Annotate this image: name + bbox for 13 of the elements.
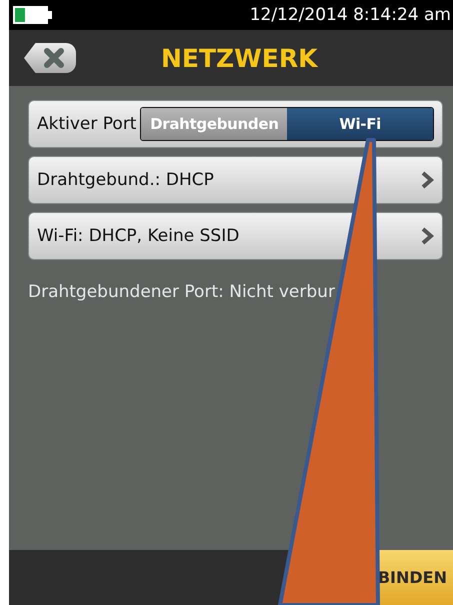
- chevron-icon: [420, 171, 434, 189]
- datetime: 12/12/2014 8:14:24 am: [250, 5, 451, 25]
- status-text: Drahtgebundener Port: Nicht verbur: [28, 282, 336, 302]
- screen-title: NETZWERK: [161, 44, 318, 72]
- chevron-icon: [420, 227, 434, 245]
- connect-button[interactable]: BINDEN: [377, 550, 453, 605]
- row-label: Aktiver Port: [37, 114, 136, 134]
- segment-option[interactable]: Wi-Fi: [287, 108, 433, 140]
- settings-row[interactable]: Drahtgebund.: DHCP: [28, 156, 443, 204]
- close-button[interactable]: [24, 43, 76, 73]
- battery-icon: [13, 5, 53, 25]
- settings-row[interactable]: Wi-Fi: DHCP, Keine SSID: [28, 212, 443, 260]
- close-icon: [43, 47, 65, 69]
